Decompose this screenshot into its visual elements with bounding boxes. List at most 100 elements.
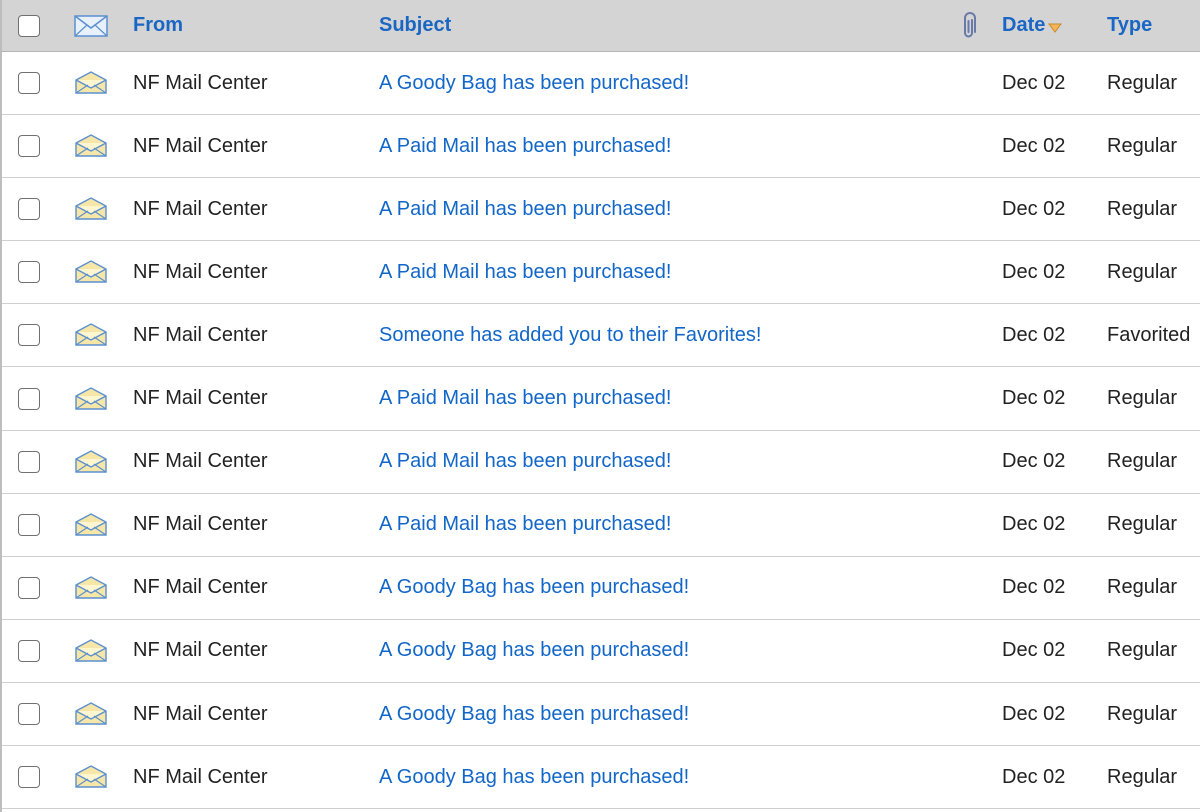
message-type: Regular	[1107, 71, 1178, 94]
message-subject-cell: A Goody Bag has been purchased!	[379, 620, 689, 682]
message-checkbox-cell	[18, 494, 44, 556]
message-type: Regular	[1107, 576, 1178, 599]
subject-header-label[interactable]: Subject	[379, 14, 451, 37]
read-envelope-icon	[74, 178, 110, 240]
message-checkbox[interactable]	[18, 703, 40, 725]
select-all-cell	[18, 0, 44, 51]
sort-desc-arrow-icon[interactable]	[1048, 16, 1063, 39]
message-date: Dec 02	[1002, 576, 1066, 599]
message-subject-link[interactable]: Someone has added you to their Favorites…	[379, 324, 761, 347]
message-type: Regular	[1107, 197, 1178, 220]
message-checkbox[interactable]	[18, 513, 40, 536]
inbox-table: From Subject Date Type NF Mail Center A G…	[0, 0, 1200, 812]
message-checkbox[interactable]	[18, 261, 40, 284]
message-subject-link[interactable]: A Paid Mail has been purchased!	[379, 261, 671, 284]
message-type: Regular	[1107, 260, 1178, 283]
message-from: NF Mail Center	[133, 639, 268, 662]
select-all-checkbox[interactable]	[18, 14, 40, 37]
message-row[interactable]: NF Mail Center A Paid Mail has been purch…	[2, 115, 1200, 179]
message-date: Dec 02	[1002, 197, 1066, 220]
message-checkbox-cell	[18, 115, 44, 177]
message-subject-cell: Someone has added you to their Favorites…	[379, 304, 761, 366]
message-subject-link[interactable]: A Paid Mail has been purchased!	[379, 198, 671, 221]
message-row[interactable]: NF Mail Center A Goody Bag has been purch…	[2, 746, 1200, 810]
from-column-header[interactable]: From	[133, 0, 183, 51]
message-type: Regular	[1107, 387, 1178, 409]
message-checkbox[interactable]	[18, 198, 40, 221]
read-envelope-icon	[74, 241, 110, 303]
message-subject-link[interactable]: A Goody Bag has been purchased!	[379, 639, 689, 662]
message-from: NF Mail Center	[133, 765, 268, 788]
message-row[interactable]: NF Mail Center A Goody Bag has been purch…	[2, 52, 1200, 115]
message-checkbox[interactable]	[18, 576, 40, 599]
message-type: Regular	[1107, 134, 1178, 157]
message-from: NF Mail Center	[133, 323, 268, 346]
message-checkbox-cell	[18, 368, 44, 430]
envelope-icon	[74, 0, 110, 51]
message-row[interactable]: NF Mail Center A Paid Mail has been purch…	[2, 431, 1200, 494]
read-envelope-icon	[74, 746, 110, 808]
message-checkbox-cell	[18, 241, 44, 303]
message-date: Dec 02	[1002, 134, 1066, 157]
date-column-header[interactable]: Date	[1002, 0, 1063, 51]
message-row[interactable]: NF Mail Center A Paid Mail has been purch…	[2, 241, 1200, 305]
message-row[interactable]: NF Mail Center A Goody Bag has been purch…	[2, 620, 1200, 683]
message-subject-link[interactable]: A Goody Bag has been purchased!	[379, 576, 689, 599]
message-from: NF Mail Center	[133, 576, 268, 599]
message-row[interactable]: NF Mail Center A Paid Mail has been purch…	[2, 178, 1200, 242]
message-date: Dec 02	[1002, 702, 1066, 725]
message-subject-cell: A Goody Bag has been purchased!	[379, 557, 689, 619]
message-subject-link[interactable]: A Goody Bag has been purchased!	[379, 72, 689, 95]
read-envelope-icon	[74, 557, 110, 619]
read-envelope-icon	[74, 494, 110, 556]
date-header-label[interactable]: Date	[1002, 14, 1045, 37]
message-subject-link[interactable]: A Paid Mail has been purchased!	[379, 513, 671, 536]
message-row[interactable]: NF Mail Center A Paid Mail has been purch…	[2, 368, 1200, 431]
message-row[interactable]: NF Mail Center Someone has added you to t…	[2, 304, 1200, 368]
subject-column-header[interactable]: Subject	[379, 0, 451, 51]
message-row[interactable]: NF Mail Center A Goody Bag has been purch…	[2, 557, 1200, 620]
message-checkbox-cell	[18, 304, 44, 366]
message-date: Dec 02	[1002, 450, 1066, 473]
message-from: NF Mail Center	[133, 387, 268, 409]
message-date: Dec 02	[1002, 387, 1066, 409]
message-date: Dec 02	[1002, 513, 1066, 536]
message-date: Dec 02	[1002, 323, 1066, 346]
message-subject-link[interactable]: A Paid Mail has been purchased!	[379, 387, 671, 410]
message-subject-cell: A Paid Mail has been purchased!	[379, 115, 671, 177]
read-envelope-icon	[74, 431, 110, 493]
message-type: Regular	[1107, 702, 1178, 725]
message-from: NF Mail Center	[133, 513, 268, 536]
read-envelope-icon	[74, 52, 110, 114]
message-subject-cell: A Paid Mail has been purchased!	[379, 178, 671, 240]
message-checkbox[interactable]	[18, 135, 40, 158]
message-from: NF Mail Center	[133, 134, 268, 157]
message-checkbox-cell	[18, 431, 44, 493]
message-checkbox[interactable]	[18, 639, 40, 662]
message-row[interactable]: NF Mail Center A Paid Mail has been purch…	[2, 494, 1200, 557]
message-checkbox-cell	[18, 178, 44, 240]
message-row[interactable]: NF Mail Center A Goody Bag has been purch…	[2, 683, 1200, 746]
type-header-label[interactable]: Type	[1107, 14, 1152, 37]
read-envelope-icon	[74, 304, 110, 366]
message-checkbox[interactable]	[18, 324, 40, 347]
read-envelope-icon	[74, 620, 110, 682]
message-checkbox[interactable]	[18, 387, 40, 410]
message-checkbox-cell	[18, 52, 44, 114]
read-envelope-icon	[74, 683, 110, 745]
message-subject-link[interactable]: A Goody Bag has been purchased!	[379, 703, 689, 726]
paperclip-icon	[960, 0, 978, 51]
message-subject-link[interactable]: A Paid Mail has been purchased!	[379, 450, 671, 473]
message-subject-link[interactable]: A Goody Bag has been purchased!	[379, 766, 689, 789]
from-header-label[interactable]: From	[133, 14, 183, 37]
message-subject-cell: A Goody Bag has been purchased!	[379, 746, 689, 808]
type-column-header[interactable]: Type	[1107, 0, 1152, 51]
message-checkbox-cell	[18, 746, 44, 808]
message-type: Favorited	[1107, 323, 1191, 346]
message-subject-link[interactable]: A Paid Mail has been purchased!	[379, 135, 671, 158]
message-checkbox[interactable]	[18, 766, 40, 789]
message-checkbox[interactable]	[18, 450, 40, 473]
message-date: Dec 02	[1002, 765, 1066, 788]
message-checkbox[interactable]	[18, 72, 40, 94]
message-from: NF Mail Center	[133, 702, 268, 725]
